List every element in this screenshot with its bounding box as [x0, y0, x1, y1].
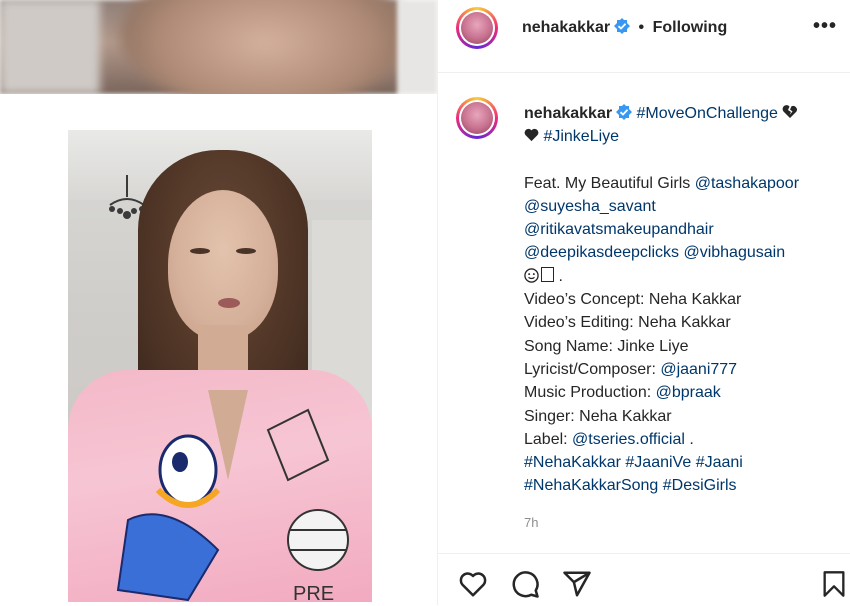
- mention-ritikavats[interactable]: @ritikavatsmakeupandhair: [524, 221, 714, 238]
- hashtag-nehakakkar[interactable]: #NehaKakkar: [524, 454, 621, 471]
- broken-heart-icon: [782, 105, 798, 118]
- caption-avatar[interactable]: [456, 97, 498, 139]
- pink-shirt: PRE: [68, 370, 372, 602]
- comment-icon[interactable]: [510, 569, 540, 599]
- post-caption: nehakakkar #MoveOnChallenge #JinkeLiye F…: [524, 104, 800, 495]
- mention-vibhagusain[interactable]: @vibhagusain: [683, 244, 785, 261]
- more-options-icon[interactable]: •••: [813, 16, 837, 39]
- mention-jaani777[interactable]: @jaani777: [660, 361, 737, 378]
- hashtag-nehakakkarsong[interactable]: #NehaKakkarSong: [524, 477, 658, 494]
- post-header: nehakakkar • Following •••: [438, 0, 850, 73]
- hashtag-jaani[interactable]: #Jaani: [696, 454, 743, 471]
- missing-glyph-icon: [541, 266, 554, 282]
- caption-username[interactable]: nehakakkar: [524, 105, 612, 122]
- svg-text:PRE: PRE: [293, 583, 334, 602]
- person-face: [168, 190, 278, 340]
- hashtag-jinkeliye[interactable]: #JinkeLiye: [543, 128, 619, 145]
- black-heart-icon: [524, 129, 539, 142]
- separator-dot: •: [638, 19, 645, 36]
- video-frame[interactable]: PRE: [68, 130, 372, 602]
- hashtag-jaanive[interactable]: #JaaniVe: [625, 454, 691, 471]
- post-timestamp[interactable]: 7h: [524, 515, 538, 530]
- mention-tseries[interactable]: @tseries.official: [572, 431, 685, 448]
- save-icon[interactable]: [820, 569, 848, 599]
- post-media[interactable]: PRE: [0, 0, 437, 605]
- verified-badge-icon: [614, 18, 631, 34]
- action-bar: [438, 553, 850, 606]
- hashtag-desigirls[interactable]: #DesiGirls: [663, 477, 737, 494]
- blurred-background: [0, 0, 437, 110]
- mention-suyesha[interactable]: @suyesha_savant: [524, 198, 656, 215]
- smile-emoji-icon: [524, 268, 539, 283]
- mention-bpraak[interactable]: @bpraak: [656, 384, 721, 401]
- post-sidebar: nehakakkar • Following ••• nehakakkar #M…: [437, 0, 850, 605]
- mention-tashakapoor[interactable]: @tashakapoor: [695, 175, 799, 192]
- following-button[interactable]: Following: [653, 19, 728, 36]
- heart-icon[interactable]: [458, 569, 488, 599]
- header-username[interactable]: nehakakkar: [522, 19, 610, 36]
- header-avatar[interactable]: [456, 7, 498, 49]
- share-icon[interactable]: [562, 569, 592, 599]
- mention-deepikasdeepclicks[interactable]: @deepikasdeepclicks: [524, 244, 679, 261]
- hashtag-moveonchallenge[interactable]: #MoveOnChallenge: [637, 105, 778, 122]
- verified-badge-icon: [616, 104, 633, 120]
